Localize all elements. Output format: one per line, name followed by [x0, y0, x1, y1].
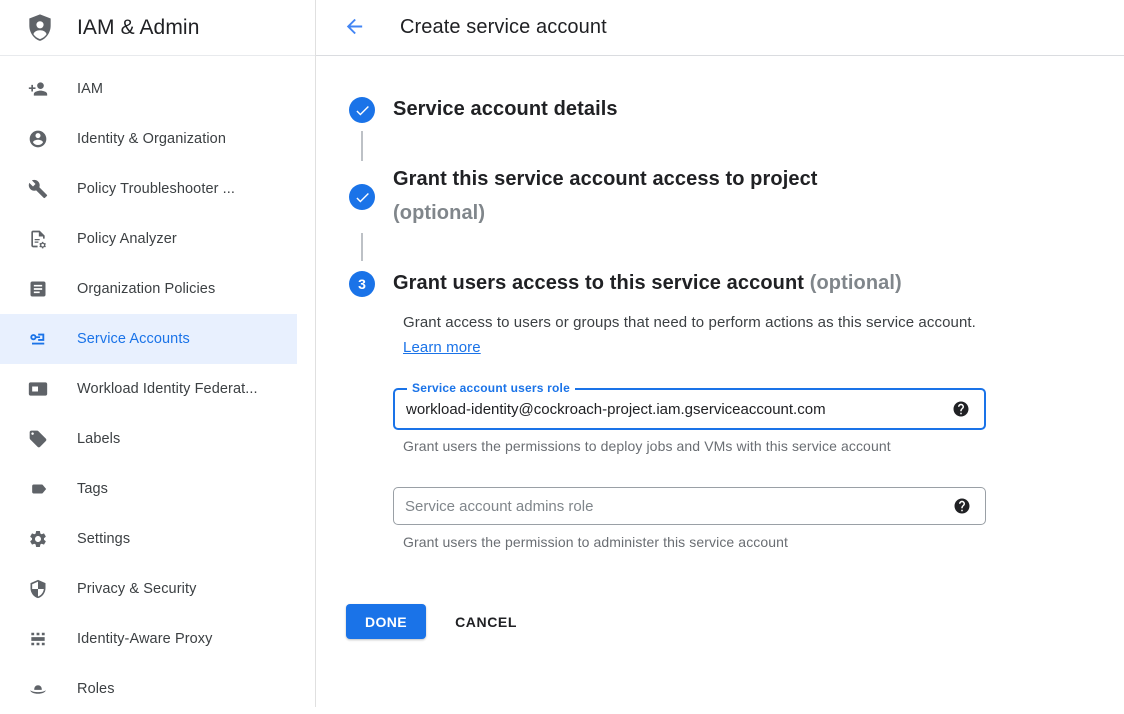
- users-role-helper-text: Grant users the permissions to deploy jo…: [403, 438, 891, 454]
- users-role-label: Service account users role: [407, 381, 575, 395]
- sidebar-item-label: Workload Identity Federat...: [77, 381, 258, 397]
- person-add-icon: [28, 79, 48, 99]
- step-connector: [361, 233, 363, 261]
- iam-shield-icon: [24, 10, 56, 46]
- sidebar-item-label: Policy Troubleshooter ...: [77, 181, 235, 197]
- step-connector: [361, 131, 363, 161]
- page-title: Create service account: [400, 16, 607, 39]
- learn-more-link[interactable]: Learn more: [403, 339, 481, 356]
- policy-analyzer-icon: [28, 229, 48, 249]
- help-icon: [952, 400, 970, 418]
- sidebar-item-policy-troubleshooter[interactable]: Policy Troubleshooter ...: [0, 164, 297, 214]
- admins-role-help-button[interactable]: [953, 497, 971, 515]
- sidebar-item-label: Service Accounts: [77, 331, 190, 347]
- description-text: Grant access to users or groups that nee…: [403, 314, 976, 331]
- sidebar-item-label: Tags: [77, 481, 108, 497]
- gear-icon: [28, 529, 48, 549]
- sidebar-nav: IAM Identity & Organization Policy Troub…: [0, 56, 315, 707]
- account-circle-icon: [28, 129, 48, 149]
- sidebar-item-label: Organization Policies: [77, 281, 215, 297]
- step-check-icon: [349, 184, 375, 210]
- back-button[interactable]: [342, 16, 366, 40]
- sidebar-item-privacy-security[interactable]: Privacy & Security: [0, 564, 297, 614]
- sidebar-item-label: Identity-Aware Proxy: [77, 631, 213, 647]
- sidebar-item-identity-aware-proxy[interactable]: Identity-Aware Proxy: [0, 614, 297, 664]
- sidebar-item-policy-analyzer[interactable]: Policy Analyzer: [0, 214, 297, 264]
- sidebar-item-label: Settings: [77, 531, 130, 547]
- sidebar-item-label: Labels: [77, 431, 120, 447]
- sidebar-item-tags[interactable]: Tags: [0, 464, 297, 514]
- step-number-badge: 3: [349, 271, 375, 297]
- users-role-input[interactable]: [395, 390, 984, 428]
- cancel-button[interactable]: CANCEL: [455, 614, 517, 630]
- sidebar-item-label: Policy Analyzer: [77, 231, 177, 247]
- sidebar-item-identity-organization[interactable]: Identity & Organization: [0, 114, 297, 164]
- step-title: Grant users access to this service accou…: [393, 268, 993, 299]
- hat-icon: [28, 679, 48, 699]
- sidebar-item-settings[interactable]: Settings: [0, 514, 297, 564]
- help-icon: [953, 497, 971, 515]
- sidebar-item-label: IAM: [77, 81, 103, 97]
- sidebar-item-labels[interactable]: Labels: [0, 414, 297, 464]
- tag-arrow-icon: [28, 479, 48, 499]
- shield-half-icon: [28, 579, 48, 599]
- step-title: Grant this service account access to pro…: [393, 162, 993, 230]
- create-service-account-panel: Service account details Grant this servi…: [316, 56, 1124, 707]
- sidebar-item-label: Roles: [77, 681, 115, 697]
- sidebar-item-label: Identity & Organization: [77, 131, 226, 147]
- users-role-help-button[interactable]: [952, 400, 970, 418]
- label-tag-icon: [28, 429, 48, 449]
- admins-role-helper-text: Grant users the permission to administer…: [403, 534, 788, 550]
- sidebar-item-workload-identity-federat[interactable]: Workload Identity Federat...: [0, 364, 297, 414]
- sidebar-item-organization-policies[interactable]: Organization Policies: [0, 264, 297, 314]
- service-account-key-icon: [28, 329, 48, 349]
- sidebar-item-label: Privacy & Security: [77, 581, 196, 597]
- step3-description: Grant access to users or groups that nee…: [403, 310, 988, 360]
- product-brand: IAM & Admin: [0, 0, 316, 56]
- product-name: IAM & Admin: [77, 16, 199, 40]
- top-bar: IAM & Admin Create service account: [0, 0, 1124, 56]
- id-card-icon: [28, 379, 48, 399]
- sidebar-item-iam[interactable]: IAM: [0, 64, 297, 114]
- wrench-icon: [28, 179, 48, 199]
- step-check-icon: [349, 97, 375, 123]
- step-optional-label: (optional): [393, 196, 993, 230]
- page-header: Create service account: [316, 0, 1124, 56]
- arrow-back-icon: [343, 15, 366, 41]
- document-lines-icon: [28, 279, 48, 299]
- admins-role-field: [393, 487, 986, 525]
- users-role-field: Service account users role: [393, 388, 986, 430]
- proxy-icon: [28, 629, 48, 649]
- form-actions: DONE CANCEL: [346, 604, 517, 639]
- admins-role-input[interactable]: [394, 488, 985, 524]
- done-button[interactable]: DONE: [346, 604, 426, 639]
- sidebar-item-service-accounts[interactable]: Service Accounts: [0, 314, 297, 364]
- step-optional-label: (optional): [810, 272, 902, 294]
- step-title: Service account details: [393, 94, 993, 125]
